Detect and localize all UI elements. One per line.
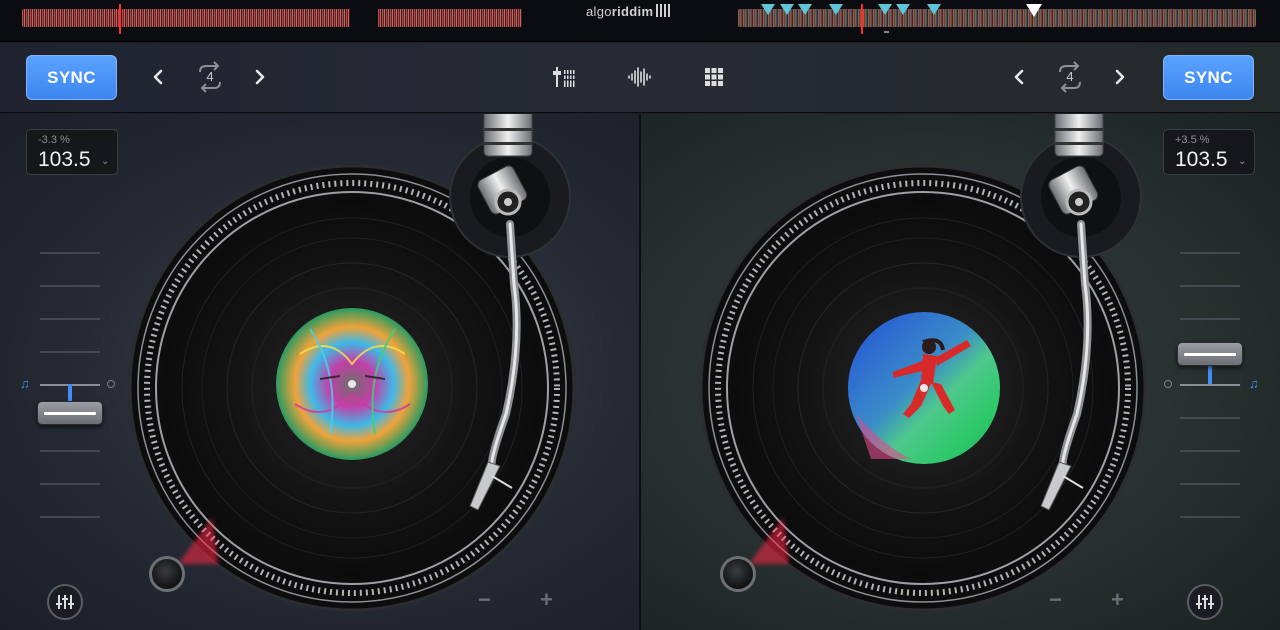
- app-logo: algoriddim: [586, 4, 672, 19]
- logo-text-bold: riddim: [611, 4, 654, 19]
- right-playhead: [861, 4, 863, 34]
- fader-tick: [1180, 252, 1240, 254]
- chevron-left-icon: [1014, 69, 1024, 85]
- right-loop-prev-button[interactable]: [1007, 65, 1031, 89]
- position-marker[interactable]: [1026, 4, 1042, 17]
- music-note-icon: ♫: [20, 376, 30, 391]
- fader-tick: [40, 351, 100, 353]
- fader-tick: [40, 483, 100, 485]
- right-track-overview-waveform[interactable]: [738, 9, 1256, 27]
- left-track-overview-waveform[interactable]: [22, 9, 522, 27]
- music-note-icon: ♫: [1249, 376, 1259, 391]
- pads-view-button[interactable]: [700, 63, 728, 91]
- cue-marker-6[interactable]: [896, 4, 910, 15]
- left-loop-length: 4: [206, 69, 214, 84]
- left-deck: -3.3 % 103.5 ⌄ ♫ − +: [0, 114, 639, 630]
- logo-text-light: algo: [586, 4, 612, 19]
- right-start-stop-button[interactable]: [720, 556, 756, 592]
- cue-marker-7[interactable]: [927, 4, 941, 15]
- right-loop-button[interactable]: 4: [1052, 60, 1088, 94]
- fader-tick: [40, 450, 100, 452]
- control-row: SYNC 4 4 SYNC: [0, 43, 1280, 113]
- fader-tick: [1180, 318, 1240, 320]
- chevron-down-icon: ⌄: [1238, 156, 1247, 167]
- equalizer-icon: [56, 595, 74, 609]
- left-pitch-fader-handle[interactable]: [37, 401, 103, 425]
- left-sync-button[interactable]: SYNC: [26, 55, 117, 100]
- left-eq-button[interactable]: [47, 584, 83, 620]
- left-loop-prev-button[interactable]: [146, 65, 170, 89]
- fader-tick: [1180, 516, 1240, 518]
- fader-tick: [1180, 483, 1240, 485]
- right-pitch-percent: +3.5 %: [1175, 134, 1210, 146]
- left-bpm-value: 103.5: [38, 148, 91, 171]
- cue-marker-5[interactable]: [878, 4, 892, 15]
- cue-marker-3[interactable]: [798, 4, 812, 15]
- right-loop-length: 4: [1066, 69, 1074, 84]
- left-bpm-display[interactable]: -3.3 % 103.5 ⌄: [26, 129, 118, 175]
- fader-tick: [40, 252, 100, 254]
- overview-bar: algoriddim: [0, 0, 1280, 42]
- right-minus-button[interactable]: −: [1049, 587, 1062, 613]
- right-bpm-value: 103.5: [1175, 148, 1228, 171]
- right-deck: +3.5 % 103.5 ⌄ ♫ − +: [641, 114, 1280, 630]
- pads-grid-icon: [705, 68, 723, 86]
- left-start-stop-button[interactable]: [149, 556, 185, 592]
- fader-tick: [40, 285, 100, 287]
- left-pitch-fader[interactable]: [37, 234, 103, 524]
- cue-marker-1[interactable]: [761, 4, 775, 15]
- chevron-left-icon: [153, 69, 163, 85]
- left-minus-button[interactable]: −: [478, 587, 491, 613]
- mixer-view-button[interactable]: [551, 63, 579, 91]
- left-loop-button[interactable]: 4: [192, 60, 228, 94]
- left-pitch-percent: -3.3 %: [38, 134, 70, 146]
- equalizer-icon: [1196, 595, 1214, 609]
- left-track-artwork: [276, 308, 428, 460]
- mixer-faders-icon: [553, 67, 576, 87]
- right-pitch-fader[interactable]: [1177, 234, 1243, 524]
- overview-zoom-mark: [884, 31, 889, 33]
- fader-center-line: [1180, 384, 1240, 386]
- fader-tick: [1180, 417, 1240, 419]
- left-loop-next-button[interactable]: [248, 65, 272, 89]
- pitch-reset-icon[interactable]: [1164, 380, 1172, 388]
- right-pitch-fader-handle[interactable]: [1177, 342, 1243, 366]
- logo-grid-icon: [656, 4, 672, 17]
- right-start-glow: [749, 518, 789, 564]
- fader-tick: [1180, 285, 1240, 287]
- right-track-artwork: [848, 312, 1000, 464]
- fader-tick: [1180, 450, 1240, 452]
- right-plus-button[interactable]: +: [1111, 587, 1124, 613]
- right-sync-button[interactable]: SYNC: [1163, 55, 1254, 100]
- left-plus-button[interactable]: +: [540, 587, 553, 613]
- left-playhead: [119, 4, 121, 34]
- chevron-right-icon: [1115, 69, 1125, 85]
- fader-tick: [40, 318, 100, 320]
- fader-tick: [40, 516, 100, 518]
- right-eq-button[interactable]: [1187, 584, 1223, 620]
- pitch-reset-icon[interactable]: [107, 380, 115, 388]
- waveform-view-button[interactable]: [626, 63, 654, 91]
- waveform-icon: [628, 67, 651, 87]
- right-pitch-fill: [1208, 364, 1212, 384]
- cue-marker-2[interactable]: [780, 4, 794, 15]
- right-loop-next-button[interactable]: [1108, 65, 1132, 89]
- chevron-down-icon: ⌄: [101, 156, 110, 167]
- chevron-right-icon: [255, 69, 265, 85]
- left-start-glow: [178, 518, 218, 564]
- cue-marker-4[interactable]: [829, 4, 843, 15]
- right-bpm-display[interactable]: +3.5 % 103.5 ⌄: [1163, 129, 1255, 175]
